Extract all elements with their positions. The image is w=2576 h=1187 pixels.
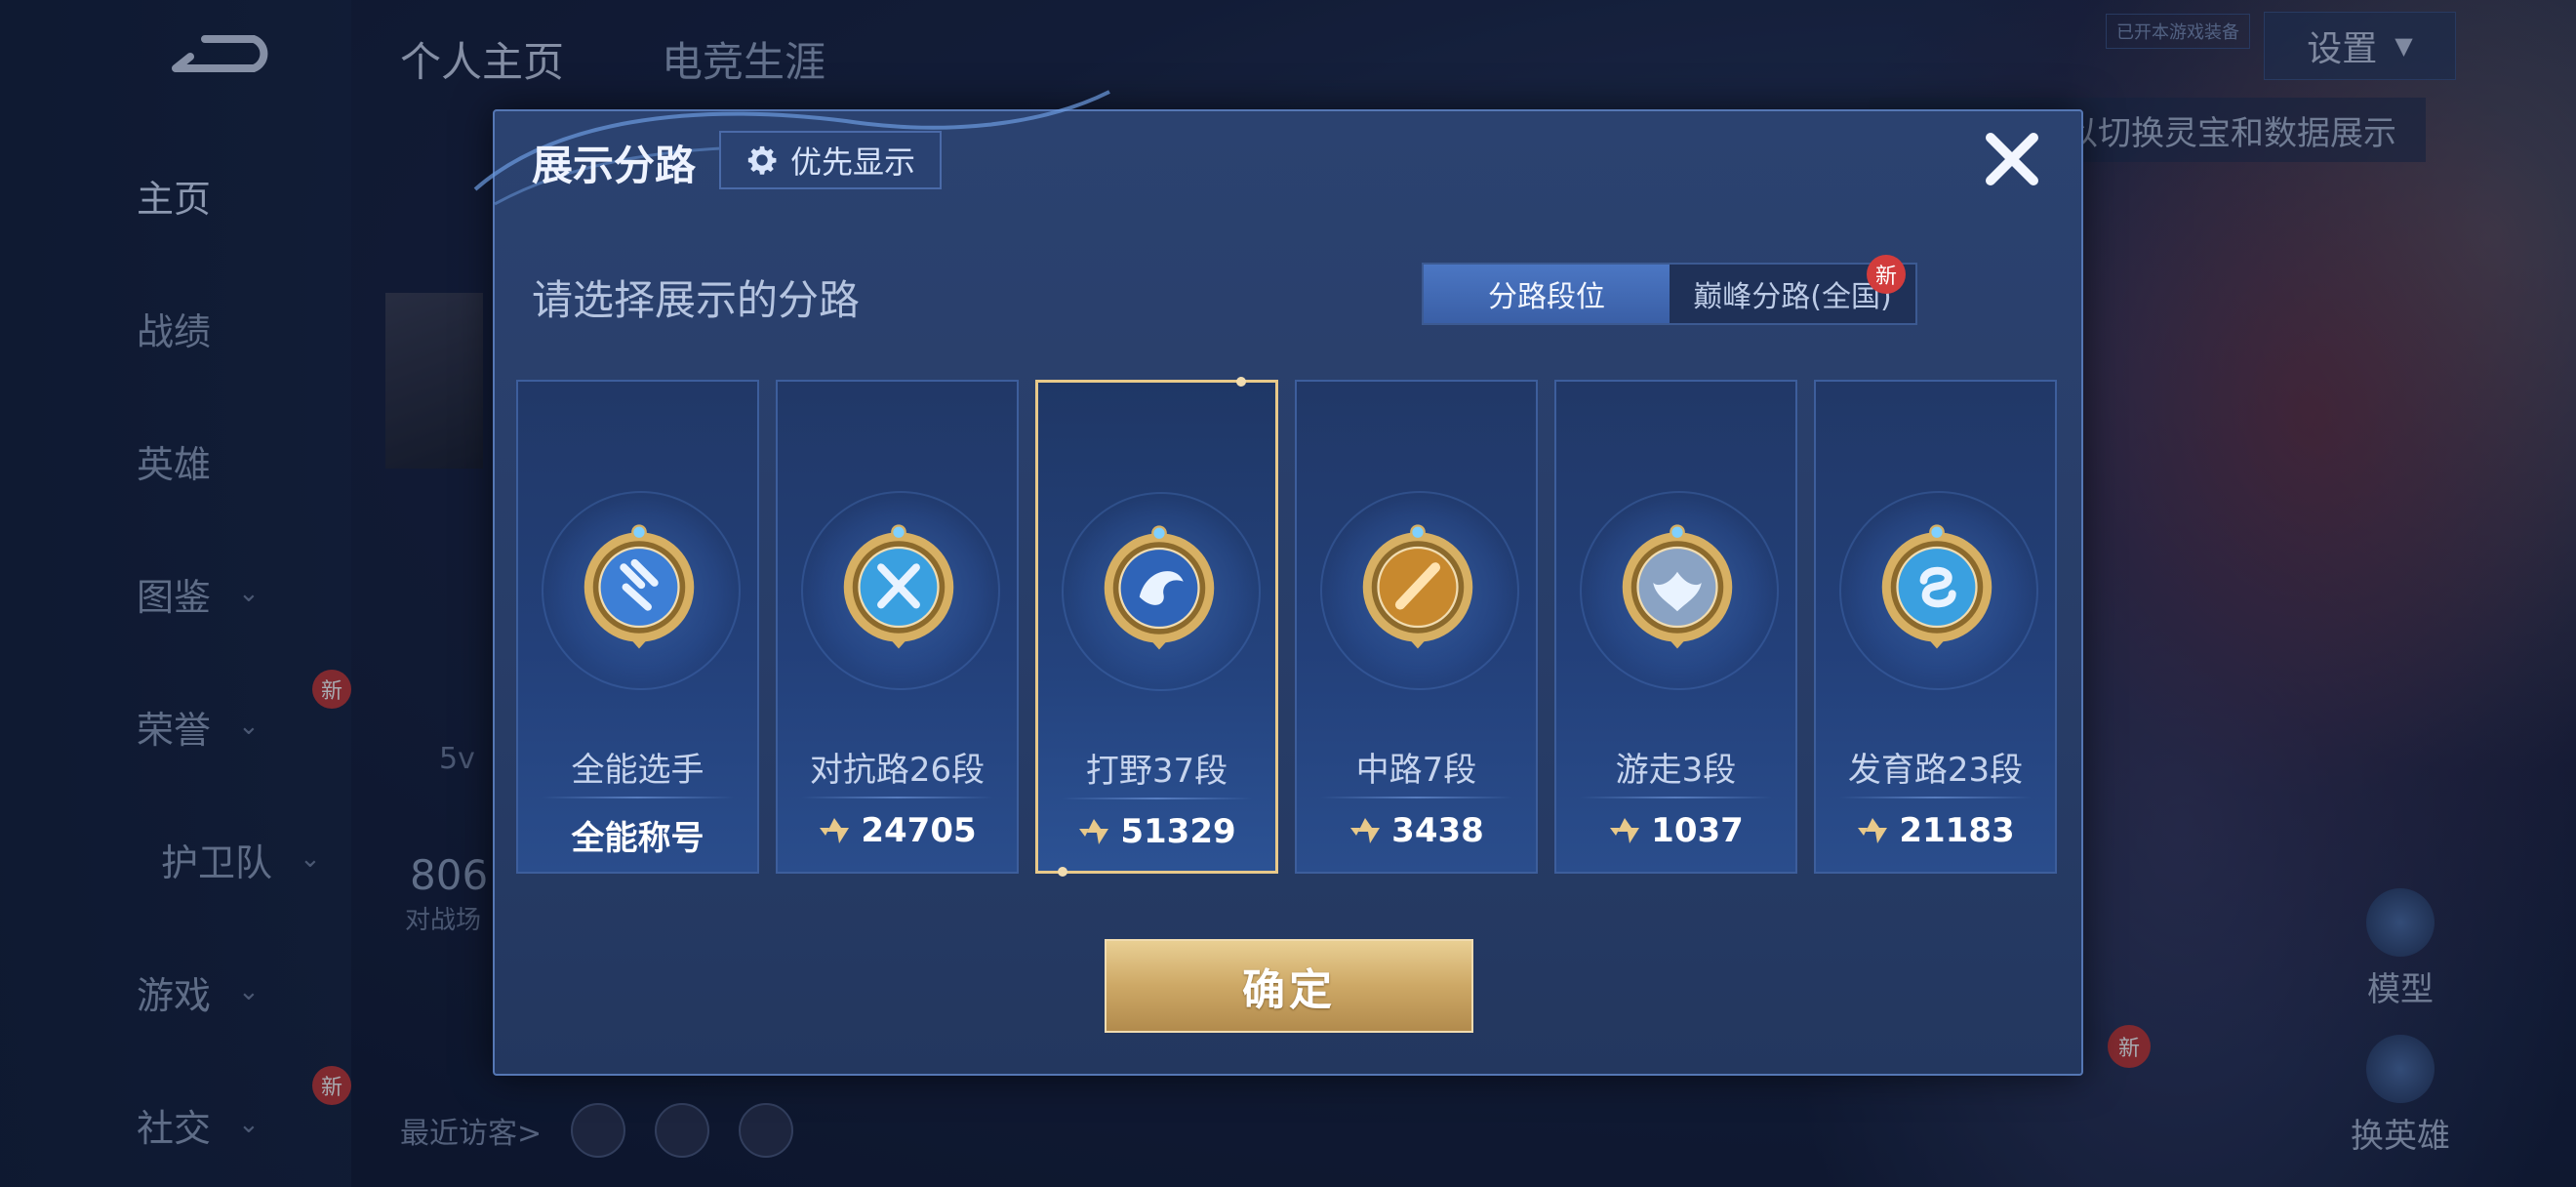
corner-dot [1236, 377, 1246, 387]
lane-cards: 全能选手 全能称号 对抗路26段 24705 打野37段 51329 中路7段 … [516, 377, 2057, 877]
lane-value-text: 21183 [1899, 811, 2015, 850]
lane-name: 全能选手 [571, 751, 704, 790]
power-icon [1610, 818, 1640, 843]
new-badge: 新 [1867, 255, 1906, 294]
lane-value: 全能称号 [518, 811, 757, 859]
lane-value-text: 3438 [1391, 811, 1484, 850]
lane-name: 打野37段 [1085, 752, 1228, 791]
lane-value: 1037 [1556, 811, 1795, 850]
close-button[interactable] [1978, 125, 2046, 193]
power-icon [1079, 819, 1109, 844]
lane-card[interactable]: 发育路23段 21183 [1814, 380, 2057, 874]
lane-value: 3438 [1297, 811, 1536, 850]
lane-card[interactable]: 游走3段 1037 [1554, 380, 1797, 874]
lane-card[interactable]: 打野37段 51329 [1035, 377, 1278, 877]
lane-card[interactable]: 对抗路26段 24705 [776, 380, 1019, 874]
lane-card[interactable]: 全能选手 全能称号 [516, 380, 759, 874]
power-icon [820, 818, 850, 843]
lane-value: 21183 [1816, 811, 2055, 850]
lane-name: 游走3段 [1615, 751, 1737, 790]
gear-icon [747, 145, 777, 175]
dialog-subtitle: 请选择展示的分路 [532, 276, 861, 324]
lane-name: 对抗路26段 [809, 751, 986, 790]
divider [1839, 797, 2032, 798]
roam-emblem-icon [1622, 524, 1733, 649]
confirm-button[interactable]: 确定 [1105, 939, 1473, 1033]
divider [542, 797, 734, 798]
tab-label: 分路段位 [1488, 280, 1605, 314]
tab-peak-lane[interactable]: 巅峰分路(全国) 新 [1670, 255, 1915, 323]
lane-mode-tabs: 分路段位 巅峰分路(全国) 新 [1422, 255, 1917, 325]
lane-value-text: 全能称号 [571, 819, 704, 858]
tab-label: 巅峰分路(全国) [1693, 280, 1892, 314]
jungle-emblem-icon [1104, 525, 1215, 650]
farm-lane-emblem-icon [1881, 524, 1992, 649]
divider [1580, 797, 1772, 798]
lane-name: 中路7段 [1355, 751, 1477, 790]
tab-lane-rank[interactable]: 分路段位 [1424, 265, 1670, 323]
all-round-emblem-icon [584, 524, 695, 649]
power-icon [1350, 818, 1381, 843]
power-icon [1858, 818, 1888, 843]
lane-value-text: 51329 [1120, 812, 1236, 851]
priority-label: 优先显示 [789, 143, 915, 181]
divider [1062, 798, 1252, 799]
lane-value: 24705 [778, 811, 1017, 850]
lane-name: 发育路23段 [1847, 751, 2024, 790]
divider [1320, 797, 1512, 798]
clash-lane-emblem-icon [843, 524, 954, 649]
corner-dot [1058, 867, 1067, 877]
lane-display-dialog: 展示分路 优先显示 请选择展示的分路 分路段位 巅峰分路(全国) 新 全能选手 … [473, 90, 2083, 1076]
lane-value: 51329 [1038, 812, 1275, 851]
dialog-title: 展示分路 [532, 142, 697, 189]
divider [801, 797, 993, 798]
mid-lane-emblem-icon [1362, 524, 1473, 649]
priority-display-button[interactable]: 优先显示 [719, 131, 942, 189]
lane-card[interactable]: 中路7段 3438 [1295, 380, 1538, 874]
lane-value-text: 24705 [861, 811, 977, 850]
lane-value-text: 1037 [1651, 811, 1744, 850]
close-icon [1986, 133, 2038, 185]
